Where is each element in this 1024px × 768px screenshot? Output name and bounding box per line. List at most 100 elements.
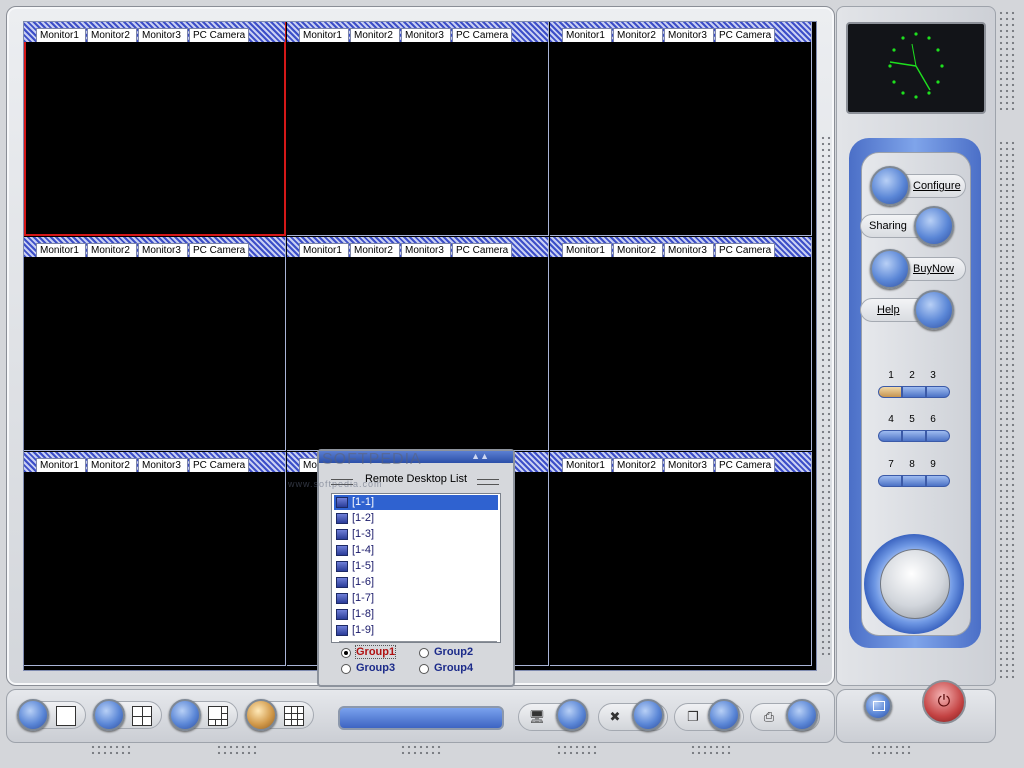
list-item[interactable]: [1-5] [334,559,498,574]
layout-1p5-knob[interactable] [169,699,201,731]
channel-button[interactable] [902,475,926,487]
channel-button[interactable] [926,475,950,487]
layout-1x1-knob[interactable] [17,699,49,731]
channel-button[interactable] [878,430,902,442]
monitor-tab[interactable]: Monitor2 [613,28,663,42]
window-icon: ❐ [687,709,699,724]
power-icon: ⏻ [937,693,951,710]
group-radio[interactable] [419,664,429,674]
channel-button[interactable] [926,386,950,398]
monitor-tab[interactable]: Monitor3 [664,458,714,472]
monitor-cell-7[interactable]: Monitor1 Monitor2 Monitor3 PC Camera [24,452,286,666]
restore-window-button[interactable] [864,692,892,720]
window-knob[interactable] [708,699,740,731]
list-item-label: [1-5] [352,560,375,572]
collapse-icon[interactable]: ▲▲ [471,451,489,461]
monitor-tab[interactable]: Monitor2 [613,458,663,472]
list-item[interactable]: [1-1] [334,495,498,510]
group-label[interactable]: Group2 [434,646,473,658]
list-item[interactable]: [1-2] [334,511,498,526]
monitor-tab[interactable]: Monitor3 [138,458,188,472]
monitor-tab[interactable]: Monitor2 [613,243,663,257]
help-knob[interactable] [914,290,954,330]
monitor-tab[interactable]: PC Camera [715,28,775,42]
dot-strip-right [998,140,1016,680]
list-item[interactable]: [1-7] [334,591,498,606]
dot-strip-bottom-1 [90,744,132,758]
main-dial[interactable] [880,549,950,619]
monitor-cell-3[interactable]: Monitor1 Monitor2 Monitor3 PC Camera [550,22,812,236]
channel-button[interactable] [902,430,926,442]
list-item[interactable]: [1-9] [334,623,498,638]
single-view-icon [56,706,76,726]
group-label[interactable]: Group4 [434,662,473,674]
list-item-label: [1-2] [352,512,375,524]
monitor-tab[interactable]: Monitor2 [350,28,400,42]
monitor-tab-bar: Monitor1Monitor2Monitor3PC Camera [24,237,285,257]
monitor-tab[interactable]: Monitor2 [87,458,137,472]
monitor-tab[interactable]: Monitor1 [299,243,349,257]
monitor-knob[interactable] [556,699,588,731]
restore-icon [873,701,885,711]
monitor-tab[interactable]: Monitor1 [36,458,86,472]
list-item[interactable]: [1-4] [334,543,498,558]
monitor-tab[interactable]: PC Camera [189,458,249,472]
monitor-tab[interactable]: Monitor1 [299,28,349,42]
channel-button[interactable] [902,386,926,398]
monitor-cell-9[interactable]: Monitor1 Monitor2 Monitor3 PC Camera [550,452,812,666]
remote-desktop-list[interactable]: [1-1] [1-2] [1-3] [1-4] [1-5] [1-6] [1-7] [1-8]… [331,493,501,643]
layout-2x2-knob[interactable] [93,699,125,731]
monitor-cell-2[interactable]: Monitor1 Monitor2 Monitor3 PC Camera [287,22,549,236]
computer-icon [336,561,348,572]
computer-icon [336,625,348,636]
monitor-cell-5[interactable]: Monitor1 Monitor2 Monitor3 PC Camera [287,237,549,451]
dot-strip-top [998,10,1016,110]
sharing-knob[interactable] [914,206,954,246]
list-item-label: [1-8] [352,608,375,620]
monitor-tab[interactable]: Monitor3 [664,28,714,42]
group-label[interactable]: Group3 [356,662,395,674]
group-label[interactable]: Group1 [354,645,397,659]
power-button[interactable]: ⏻ [922,680,966,724]
monitor-cell-1[interactable]: Monitor1 Monitor2 Monitor3 PC Camera [24,22,286,236]
monitor-tab[interactable]: PC Camera [189,243,249,257]
channel-button[interactable] [926,430,950,442]
monitor-cell-4[interactable]: Monitor1 Monitor2 Monitor3 PC Camera [24,237,286,451]
monitor-tab[interactable]: PC Camera [452,243,512,257]
monitor-tab[interactable]: Monitor1 [36,28,86,42]
channel-button[interactable] [878,386,902,398]
group-radio[interactable] [341,648,351,658]
monitor-tab[interactable]: Monitor1 [36,243,86,257]
monitor-tab[interactable]: Monitor3 [401,28,451,42]
monitor-tab[interactable]: Monitor2 [87,28,137,42]
monitor-tab[interactable]: Monitor1 [562,458,612,472]
layout-3x3-knob[interactable] [245,699,277,731]
monitor-tab[interactable]: Monitor2 [350,243,400,257]
capture-knob[interactable] [786,699,818,731]
monitor-tab[interactable]: PC Camera [715,458,775,472]
list-item[interactable]: [1-8] [334,607,498,622]
monitor-tab[interactable]: Monitor3 [664,243,714,257]
monitor-tab[interactable]: Monitor3 [138,243,188,257]
capture-icon: ⎙ [763,709,775,724]
monitor-tab[interactable]: Monitor3 [138,28,188,42]
group-radio[interactable] [419,648,429,658]
monitor-tab[interactable]: PC Camera [715,243,775,257]
configure-label: Configure [913,180,961,192]
configure-knob[interactable] [870,166,910,206]
monitor-tab[interactable]: PC Camera [452,28,512,42]
monitor-tab[interactable]: Monitor1 [562,28,612,42]
channel-button[interactable] [878,475,902,487]
monitor-tab[interactable]: Monitor1 [562,243,612,257]
buynow-knob[interactable] [870,249,910,289]
tools-knob[interactable] [632,699,664,731]
list-item[interactable]: [1-3] [334,527,498,542]
monitor-icon: 🖥 [528,709,546,724]
monitor-tab[interactable]: PC Camera [189,28,249,42]
monitor-tab[interactable]: Monitor2 [87,243,137,257]
group-radio[interactable] [341,664,351,674]
list-item[interactable]: [1-6] [334,575,498,590]
monitor-tab[interactable]: Monitor3 [401,243,451,257]
monitor-cell-6[interactable]: Monitor1 Monitor2 Monitor3 PC Camera [550,237,812,451]
computer-icon [336,593,348,604]
